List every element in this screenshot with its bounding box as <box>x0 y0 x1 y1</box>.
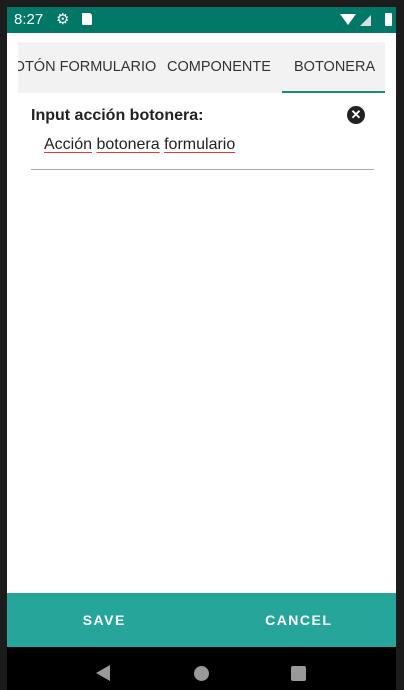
screen: 8:27 ⚙ BOTÓN FORMULARIO COMPONENTE BOTON… <box>7 7 396 690</box>
battery-icon <box>385 13 392 26</box>
gear-icon: ⚙ <box>56 11 70 28</box>
close-circle-icon[interactable]: ✕ <box>347 106 365 124</box>
status-time: 8:27 <box>14 11 44 28</box>
save-button[interactable]: SAVE <box>7 593 202 647</box>
home-icon[interactable] <box>194 666 209 681</box>
tab-componente[interactable]: COMPONENTE <box>167 42 271 93</box>
recents-icon[interactable] <box>291 666 306 681</box>
button-bar: SAVE CANCEL <box>7 593 396 647</box>
accion-input[interactable]: Acción botonera formulario <box>44 136 235 154</box>
input-word: formulario <box>164 136 236 153</box>
back-icon[interactable] <box>96 665 110 681</box>
input-label: Input acción botonera: <box>31 107 204 124</box>
tab-indicator <box>282 91 385 93</box>
tab-boton-formulario[interactable]: BOTÓN FORMULARIO <box>18 42 156 93</box>
sd-card-icon <box>82 13 92 25</box>
input-word: botonera <box>96 136 160 153</box>
tab-botonera[interactable]: BOTONERA <box>294 42 375 93</box>
wifi-icon <box>340 14 356 25</box>
input-underline <box>31 169 374 170</box>
status-bar: 8:27 ⚙ <box>7 7 396 33</box>
signal-icon <box>360 15 371 26</box>
tab-bar: BOTÓN FORMULARIO COMPONENTE BOTONERA <box>18 42 385 93</box>
input-word: Acción <box>44 136 93 153</box>
cancel-button[interactable]: CANCEL <box>202 593 397 647</box>
navigation-bar <box>7 647 396 690</box>
